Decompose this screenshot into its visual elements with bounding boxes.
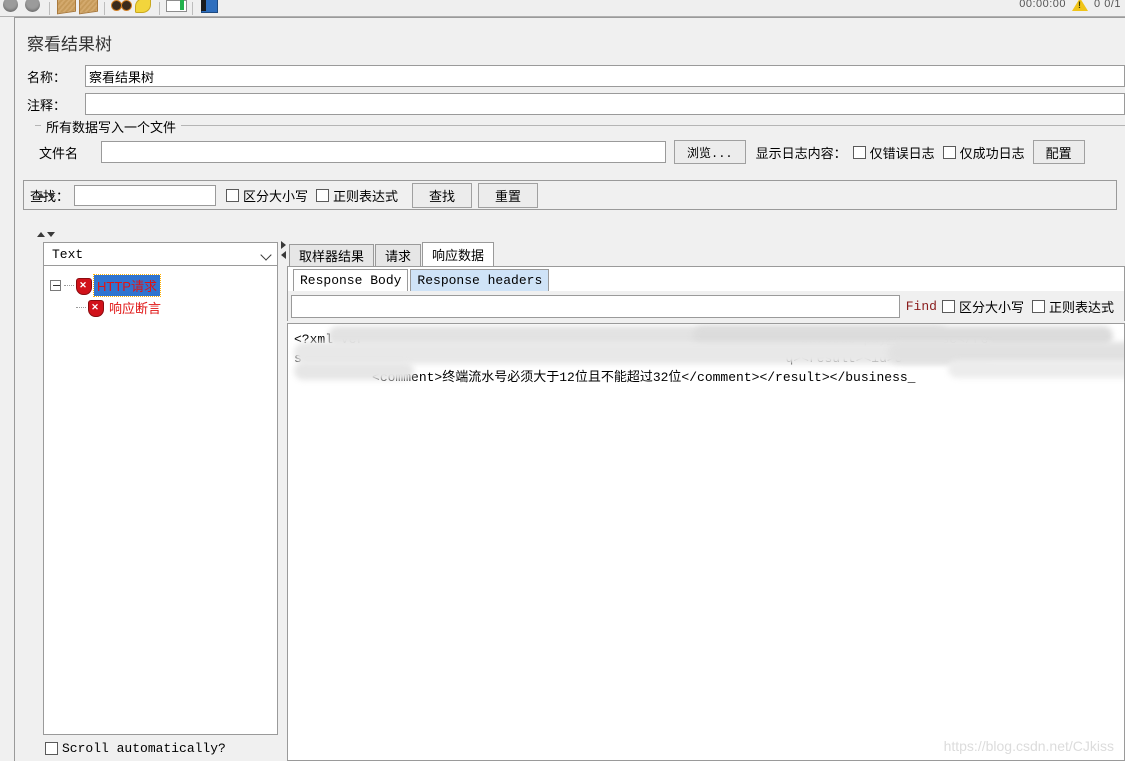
scroll-automatically-box[interactable] — [45, 741, 58, 755]
gear-grey-icon-2[interactable] — [22, 0, 44, 16]
success-only-label: 仅成功日志 — [959, 145, 1025, 161]
toolbar-status: 00:00:00 0 0/1 — [1019, 0, 1125, 11]
filename-row: 文件名 浏览... 显示日志内容： 仅错误日志 仅成功日志 配置 — [35, 126, 1125, 164]
thread-counts: 0 0/1 — [1094, 0, 1121, 10]
tree-node-response-assertion[interactable]: 响应断言 — [50, 296, 277, 318]
results-tree[interactable]: HTTP请求 响应断言 — [43, 266, 278, 735]
search-button[interactable]: 查找 — [412, 182, 473, 208]
toolbar-divider-1 — [49, 1, 50, 15]
filename-input[interactable] — [101, 141, 666, 163]
renderer-combo[interactable]: Text — [43, 242, 278, 266]
tree-node-label-2: 响应断言 — [109, 300, 162, 316]
find-case-sensitive-label: 区分大小写 — [958, 299, 1024, 315]
find-regex-label: 正则表达式 — [1048, 299, 1114, 315]
errors-only-box[interactable] — [852, 145, 866, 159]
find-regex-checkbox[interactable]: 正则表达式 — [1031, 297, 1114, 316]
blue-pad-icon[interactable] — [198, 0, 220, 16]
comment-input[interactable] — [85, 93, 1125, 115]
response-body-view[interactable]: <?xml ver >barcode pay_response</re s q>… — [287, 323, 1125, 761]
listener-panel: 察看结果树 名称： 注释： 所有数据写入一个文件 文件名 浏览... 显示日志内… — [14, 17, 1125, 761]
search-regex-box[interactable] — [316, 188, 330, 202]
comment-row: 注释： — [15, 93, 1125, 121]
name-input[interactable] — [85, 65, 1125, 87]
errors-only-checkbox[interactable]: 仅错误日志 — [852, 143, 935, 162]
find-case-sensitive-box[interactable] — [941, 299, 955, 313]
browse-button[interactable]: 浏览... — [674, 140, 746, 164]
config-button[interactable]: 配置 — [1032, 140, 1085, 164]
toolbar-divider-4 — [192, 1, 193, 15]
subtab-response-headers[interactable]: Response headers — [410, 269, 550, 291]
tab-sampler-result[interactable]: 取样器结果 — [289, 244, 375, 266]
redaction-overlay-6 — [948, 360, 1124, 378]
search-regex-label: 正则表达式 — [333, 188, 399, 204]
split-handle-top[interactable] — [37, 192, 59, 199]
write-all-data-group-title: 所有数据写入一个文件 — [41, 117, 182, 136]
find-bar: Find 区分大小写 正则表达式 — [287, 291, 1125, 321]
name-label: 名称： — [27, 69, 67, 85]
board-icon[interactable] — [55, 1, 77, 16]
scroll-automatically-row: Scroll automatically? — [43, 735, 278, 761]
board-icon-2[interactable] — [77, 1, 99, 16]
tree-node-http-request[interactable]: HTTP请求 — [50, 273, 277, 297]
vertical-split-handle[interactable] — [279, 241, 287, 263]
filename-label: 文件名 — [39, 145, 79, 161]
toolbar-divider-2 — [104, 1, 105, 15]
tab-response-data[interactable]: 响应数据 — [422, 242, 495, 266]
write-all-data-group: 所有数据写入一个文件 文件名 浏览... 显示日志内容： 仅错误日志 仅成功日志… — [35, 117, 1125, 172]
tree-expander-icon[interactable] — [50, 279, 61, 291]
split-left-arrow-icon[interactable] — [280, 251, 286, 259]
gear-grey-icon[interactable] — [0, 0, 22, 16]
redaction-overlay-5 — [294, 362, 414, 380]
scroll-automatically-label: Scroll automatically? — [62, 740, 226, 756]
chevron-down-icon[interactable] — [262, 250, 271, 259]
results-split-pane: Text HTTP请求 响应断言 Scrol — [23, 237, 1125, 761]
toolbar-divider-3 — [159, 1, 160, 15]
find-input[interactable] — [291, 294, 900, 318]
subtab-response-body[interactable]: Response Body — [293, 269, 409, 291]
split-down-arrow-icon[interactable] — [47, 193, 55, 198]
search-bar: 查找： 区分大小写 正则表达式 查找 重置 — [23, 180, 1117, 210]
search-case-sensitive-box[interactable] — [226, 188, 239, 202]
search-input[interactable] — [74, 184, 216, 206]
search-case-sensitive-label: 区分大小写 — [243, 188, 309, 204]
glasses-icon[interactable] — [110, 0, 132, 16]
reset-button[interactable]: 重置 — [478, 182, 539, 208]
tab-request[interactable]: 请求 — [375, 244, 422, 266]
show-log-label: 显示日志内容： — [755, 145, 847, 161]
find-regex-box[interactable] — [1031, 299, 1045, 313]
success-only-checkbox[interactable]: 仅成功日志 — [942, 143, 1025, 162]
response-subtab-strip: Response Body Response headers — [287, 266, 1125, 291]
name-row: 名称： — [15, 65, 1125, 93]
result-tab-strip: 取样器结果 请求 响应数据 — [287, 242, 1125, 266]
warning-triangle-icon[interactable] — [1072, 0, 1089, 11]
tree-dash-line-2 — [76, 306, 86, 308]
find-label: Find — [905, 298, 937, 314]
main-toolbar: 00:00:00 0 0/1 — [0, 0, 1125, 17]
tree-dash-line — [64, 284, 74, 286]
broom-icon[interactable] — [132, 0, 154, 16]
errors-only-label: 仅错误日志 — [869, 145, 935, 161]
response-content-panel: 取样器结果 请求 响应数据 Response Body Response hea… — [287, 242, 1125, 761]
page-title: 察看结果树 — [27, 35, 112, 54]
split-up-arrow-icon[interactable] — [37, 193, 45, 198]
error-shield-icon — [76, 277, 92, 295]
find-case-sensitive-checkbox[interactable]: 区分大小写 — [941, 297, 1024, 316]
search-case-sensitive-checkbox[interactable]: 区分大小写 — [226, 186, 308, 205]
meter-icon[interactable] — [165, 0, 187, 16]
scroll-automatically-checkbox[interactable]: Scroll automatically? — [45, 741, 226, 756]
search-regex-checkbox[interactable]: 正则表达式 — [316, 186, 398, 205]
watermark: https://blog.csdn.net/CJkiss — [943, 738, 1114, 754]
renderer-combo-value: Text — [52, 246, 84, 262]
error-shield-icon-2 — [88, 299, 104, 317]
elapsed-time: 00:00:00 — [1019, 0, 1067, 10]
tree-node-label: HTTP请求 — [93, 273, 161, 297]
split-right-arrow-icon[interactable] — [280, 241, 286, 249]
success-only-box[interactable] — [942, 145, 956, 159]
comment-label: 注释： — [27, 97, 67, 113]
results-tree-panel: Text HTTP请求 响应断言 Scrol — [43, 242, 278, 761]
